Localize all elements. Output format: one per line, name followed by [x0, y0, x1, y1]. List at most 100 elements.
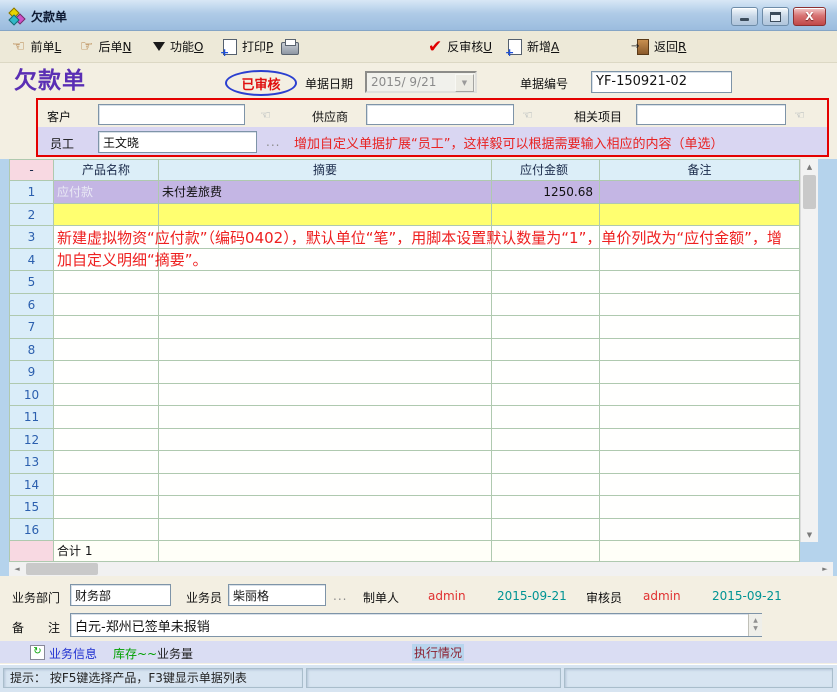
grid-cell[interactable] — [54, 384, 159, 407]
row-number[interactable]: 13 — [10, 451, 54, 474]
grid-cell[interactable] — [54, 406, 159, 429]
scroll-up-icon[interactable]: ▲ — [801, 159, 818, 174]
grid-cell[interactable] — [492, 496, 600, 519]
grid-cell[interactable] — [54, 294, 159, 317]
grid-cell[interactable] — [54, 519, 159, 542]
grid-cell[interactable] — [159, 339, 492, 362]
employee-input[interactable]: 王文晓 — [98, 131, 257, 153]
grid-cell[interactable] — [159, 496, 492, 519]
grid-cell[interactable] — [159, 316, 492, 339]
column-header-note[interactable]: 备注 — [600, 159, 800, 181]
grid-cell[interactable] — [600, 384, 800, 407]
column-header-product[interactable]: 产品名称 — [54, 159, 159, 181]
row-number[interactable]: 2 — [10, 204, 54, 227]
grid-cell[interactable] — [159, 406, 492, 429]
dept-input[interactable]: 财务部 — [70, 584, 171, 606]
grid-cell[interactable] — [492, 519, 600, 542]
grid-cell[interactable] — [492, 249, 600, 272]
row-number[interactable]: 9 — [10, 361, 54, 384]
grid-cell[interactable] — [492, 226, 600, 249]
grid-cell[interactable] — [492, 429, 600, 452]
add-new-button[interactable]: + 新增A — [508, 36, 559, 57]
next-doc-button[interactable]: ☞ 后单N — [80, 36, 131, 57]
row-number[interactable]: 15 — [10, 496, 54, 519]
horizontal-scrollbar[interactable]: ◄ ► — [9, 562, 833, 576]
row-number[interactable]: 3 — [10, 226, 54, 249]
scroll-right-icon[interactable]: ► — [817, 562, 833, 576]
grid-cell[interactable] — [600, 226, 800, 249]
row-number[interactable]: 7 — [10, 316, 54, 339]
vscroll-thumb[interactable] — [803, 175, 816, 209]
grid-cell[interactable] — [492, 204, 600, 227]
remark-spinner[interactable]: ▲ ▼ — [748, 614, 762, 636]
restore-button[interactable] — [762, 7, 789, 26]
column-header-summary[interactable]: 摘要 — [159, 159, 492, 181]
row-number[interactable]: 8 — [10, 339, 54, 362]
grid-cell[interactable] — [159, 474, 492, 497]
remark-input[interactable]: 白元-郑州已签单未报销 — [70, 613, 762, 637]
grid-cell[interactable] — [54, 474, 159, 497]
close-button[interactable]: X — [793, 7, 826, 26]
grid-cell[interactable]: 未付差旅费 — [159, 181, 492, 204]
grid-cell[interactable]: 1250.68 — [492, 181, 600, 204]
chevron-down-icon[interactable]: ▼ — [455, 74, 474, 92]
customer-input[interactable] — [98, 104, 245, 125]
grid-cell[interactable] — [600, 451, 800, 474]
spinner-down-icon[interactable]: ▼ — [753, 625, 758, 633]
row-number[interactable]: 10 — [10, 384, 54, 407]
print-button[interactable]: + 打印P — [223, 36, 273, 57]
grid-cell[interactable] — [492, 361, 600, 384]
date-combobox[interactable]: 2015/ 9/21 ▼ — [365, 71, 477, 93]
scroll-down-icon[interactable]: ▼ — [801, 527, 818, 542]
grid-cell[interactable] — [159, 249, 492, 272]
row-number[interactable]: 6 — [10, 294, 54, 317]
spinner-up-icon[interactable]: ▲ — [753, 617, 758, 625]
grid-cell[interactable] — [159, 294, 492, 317]
column-header-amount[interactable]: 应付金额 — [492, 159, 600, 181]
grid-cell[interactable] — [54, 226, 159, 249]
grid-cell[interactable] — [159, 204, 492, 227]
unaudit-button[interactable]: ✔ 反审核U — [428, 36, 492, 57]
grid-cell[interactable] — [492, 271, 600, 294]
grid-cell[interactable] — [600, 181, 800, 204]
functions-button[interactable]: 功能O — [153, 36, 203, 57]
row-number[interactable]: 5 — [10, 271, 54, 294]
printer-quick-button[interactable] — [281, 36, 299, 57]
row-number[interactable]: 1 — [10, 181, 54, 204]
grid-cell[interactable] — [54, 361, 159, 384]
scroll-left-icon[interactable]: ◄ — [9, 562, 25, 576]
doc-no-input[interactable]: YF-150921-02 — [591, 71, 732, 93]
grid-cell[interactable] — [159, 451, 492, 474]
grid-cell[interactable] — [54, 429, 159, 452]
grid-cell[interactable] — [600, 294, 800, 317]
grid-cell[interactable] — [492, 294, 600, 317]
volume-label[interactable]: 业务量 — [157, 645, 193, 662]
grid-cell[interactable] — [600, 361, 800, 384]
grid-cell[interactable] — [600, 496, 800, 519]
exec-status-label[interactable]: 执行情况 — [412, 644, 464, 661]
grid-cell[interactable] — [159, 519, 492, 542]
row-number[interactable]: 16 — [10, 519, 54, 542]
project-input[interactable] — [636, 104, 786, 125]
grid-cell[interactable] — [492, 474, 600, 497]
project-picker-icon[interactable]: ☜ — [794, 108, 805, 122]
prev-doc-button[interactable]: ☜ 前单L — [12, 36, 61, 57]
supplier-picker-icon[interactable]: ☜ — [522, 108, 533, 122]
grid-cell[interactable] — [600, 406, 800, 429]
grid-cell[interactable] — [54, 249, 159, 272]
grid-cell[interactable] — [54, 316, 159, 339]
grid-cell[interactable] — [600, 271, 800, 294]
grid-cell[interactable] — [54, 496, 159, 519]
business-info-link[interactable]: 业务信息 — [49, 645, 97, 662]
hscroll-thumb[interactable] — [26, 563, 98, 575]
grid-cell[interactable] — [54, 339, 159, 362]
grid-cell[interactable] — [600, 429, 800, 452]
row-number[interactable]: 12 — [10, 429, 54, 452]
grid-cell[interactable] — [159, 361, 492, 384]
row-number[interactable]: 11 — [10, 406, 54, 429]
row-number[interactable]: 14 — [10, 474, 54, 497]
clerk-input[interactable]: 柴丽格 — [228, 584, 326, 606]
grid-cell[interactable] — [159, 271, 492, 294]
grid-cell[interactable] — [600, 204, 800, 227]
vertical-scrollbar[interactable]: ▲ ▼ — [800, 159, 818, 542]
